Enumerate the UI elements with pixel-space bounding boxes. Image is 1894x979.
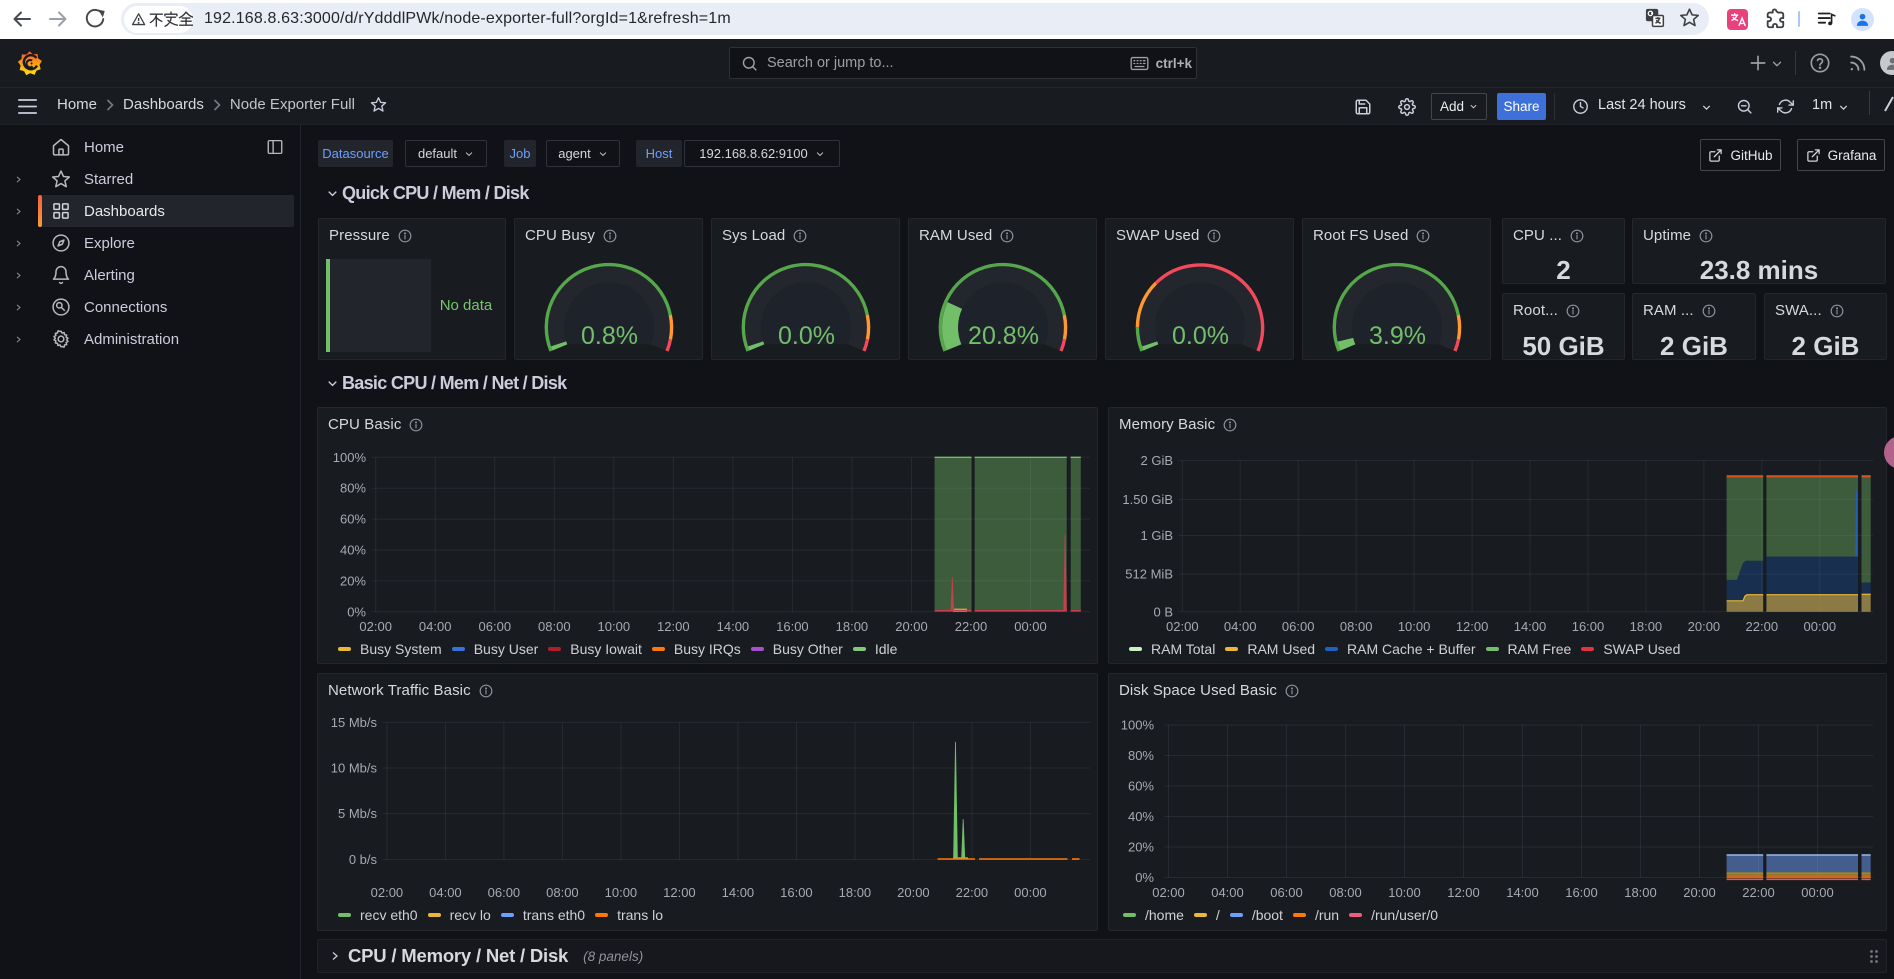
svg-text:14:00: 14:00 [1514,619,1547,634]
svg-text:40%: 40% [1128,809,1154,824]
svg-text:04:00: 04:00 [1224,619,1257,634]
svg-text:06:00: 06:00 [1270,885,1303,900]
svg-text:18:00: 18:00 [1624,885,1657,900]
svg-text:20:00: 20:00 [897,885,930,900]
svg-text:22:00: 22:00 [955,619,988,634]
svg-text:512 MiB: 512 MiB [1125,567,1173,582]
svg-text:80%: 80% [1128,748,1154,763]
svg-text:0%: 0% [1135,870,1154,885]
svg-text:12:00: 12:00 [657,619,690,634]
svg-text:02:00: 02:00 [1166,619,1199,634]
svg-text:06:00: 06:00 [479,619,512,634]
svg-text:16:00: 16:00 [1565,885,1598,900]
svg-text:20%: 20% [340,573,366,588]
svg-text:10:00: 10:00 [605,885,638,900]
svg-text:16:00: 16:00 [780,885,813,900]
svg-text:22:00: 22:00 [956,885,989,900]
svg-text:04:00: 04:00 [429,885,462,900]
svg-text:16:00: 16:00 [776,619,809,634]
svg-text:10 Mb/s: 10 Mb/s [331,761,378,776]
svg-text:22:00: 22:00 [1742,885,1775,900]
svg-text:12:00: 12:00 [1456,619,1489,634]
svg-text:00:00: 00:00 [1801,885,1834,900]
svg-text:20%: 20% [1128,840,1154,855]
svg-text:08:00: 08:00 [538,619,571,634]
svg-text:60%: 60% [1128,779,1154,794]
svg-text:80%: 80% [340,481,366,496]
svg-text:12:00: 12:00 [663,885,696,900]
svg-text:0%: 0% [347,604,366,619]
svg-text:02:00: 02:00 [371,885,404,900]
svg-text:00:00: 00:00 [1014,885,1047,900]
svg-text:1 GiB: 1 GiB [1140,528,1173,543]
svg-text:08:00: 08:00 [546,885,579,900]
svg-text:20:00: 20:00 [1688,619,1721,634]
svg-text:0 B: 0 B [1153,604,1173,619]
svg-text:00:00: 00:00 [1014,619,1047,634]
svg-text:06:00: 06:00 [1282,619,1315,634]
svg-text:1.50 GiB: 1.50 GiB [1122,492,1173,507]
svg-text:16:00: 16:00 [1572,619,1605,634]
svg-text:02:00: 02:00 [359,619,392,634]
svg-text:10:00: 10:00 [1398,619,1431,634]
svg-text:10:00: 10:00 [598,619,631,634]
svg-text:100%: 100% [1121,718,1155,733]
svg-text:100%: 100% [333,450,367,465]
svg-text:0 b/s: 0 b/s [349,852,378,867]
svg-text:18:00: 18:00 [836,619,869,634]
svg-text:08:00: 08:00 [1329,885,1362,900]
svg-text:18:00: 18:00 [839,885,872,900]
svg-text:15 Mb/s: 15 Mb/s [331,715,378,730]
svg-text:06:00: 06:00 [488,885,521,900]
svg-text:40%: 40% [340,543,366,558]
svg-text:14:00: 14:00 [717,619,750,634]
svg-text:5 Mb/s: 5 Mb/s [338,806,378,821]
svg-text:08:00: 08:00 [1340,619,1373,634]
svg-text:18:00: 18:00 [1630,619,1663,634]
svg-text:20:00: 20:00 [895,619,928,634]
svg-text:10:00: 10:00 [1388,885,1421,900]
svg-text:02:00: 02:00 [1152,885,1185,900]
svg-text:60%: 60% [340,512,366,527]
svg-text:04:00: 04:00 [419,619,452,634]
svg-text:14:00: 14:00 [1506,885,1539,900]
svg-text:12:00: 12:00 [1447,885,1480,900]
svg-text:04:00: 04:00 [1211,885,1244,900]
svg-text:22:00: 22:00 [1746,619,1779,634]
svg-text:00:00: 00:00 [1804,619,1837,634]
svg-text:2 GiB: 2 GiB [1140,453,1173,468]
svg-text:14:00: 14:00 [722,885,755,900]
svg-text:20:00: 20:00 [1683,885,1716,900]
